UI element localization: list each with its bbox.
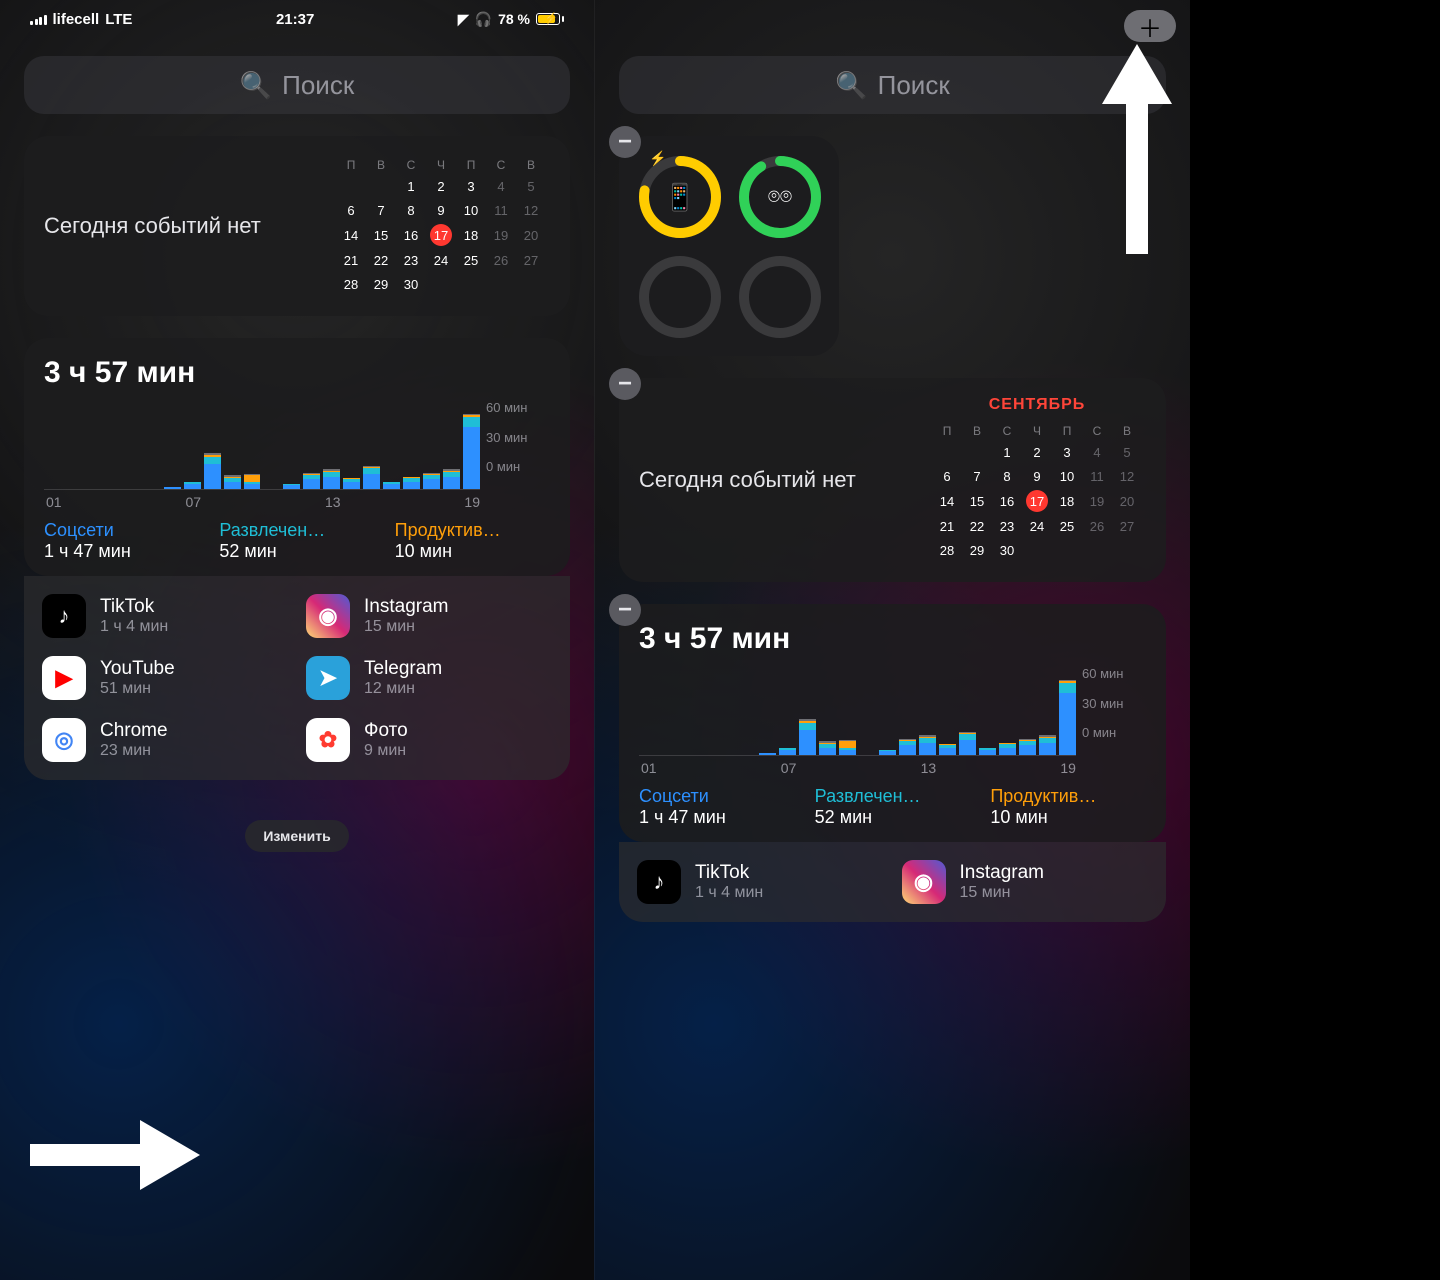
app-name: TikTok [100, 596, 168, 618]
app-item[interactable]: ♪ TikTok 1 ч 4 мин [637, 860, 884, 904]
edit-button[interactable]: Изменить [245, 820, 348, 852]
search-icon: 🔍 [240, 70, 272, 101]
app-name: Фото [364, 720, 408, 742]
arrow-right-icon [30, 1120, 200, 1190]
app-duration: 1 ч 4 мин [695, 884, 763, 902]
remove-widget-button[interactable]: − [609, 368, 641, 400]
app-duration: 9 мин [364, 742, 408, 760]
battery-ring-phone: 📱 ⚡ [637, 154, 723, 240]
signal-icon [30, 13, 47, 25]
screentime-category: Развлечен… 52 мин [219, 520, 374, 562]
calendar-grid: ПВСЧПСВ123456789101112141516171819202122… [332, 154, 550, 298]
screenshot-left: lifecell LTE 21:37 ◤ 🎧 78 % ⚡ 🔍 Поиск Се… [0, 0, 595, 1280]
clock: 21:37 [276, 11, 314, 28]
screentime-category: Продуктив… 10 мин [395, 520, 550, 562]
battery-icon: ⚡ [536, 13, 564, 25]
app-name: Instagram [364, 596, 448, 618]
app-duration: 23 мин [100, 742, 168, 760]
app-icon: ♪ [637, 860, 681, 904]
calendar-grid: СЕНТЯБРЬ ПВСЧПСВ123456789101112141516171… [928, 396, 1146, 564]
search-input[interactable]: 🔍 Поиск [24, 56, 570, 114]
app-icon: ◉ [902, 860, 946, 904]
app-item[interactable]: ▶ YouTube 51 мин [42, 656, 288, 700]
app-item[interactable]: ➤ Telegram 12 мин [306, 656, 552, 700]
screentime-widget[interactable]: − 3 ч 57 мин 60 мин 30 мин 0 мин 0107 13… [619, 604, 1166, 842]
screentime-category: Продуктив… 10 мин [990, 786, 1146, 828]
app-item[interactable]: ◎ Chrome 23 мин [42, 718, 288, 762]
app-name: YouTube [100, 658, 175, 680]
network: LTE [105, 11, 132, 28]
screentime-total: 3 ч 57 мин [639, 622, 1146, 656]
app-item[interactable]: ◉ Instagram 15 мин [902, 860, 1149, 904]
app-item[interactable]: ◉ Instagram 15 мин [306, 594, 552, 638]
app-icon: ◎ [42, 718, 86, 762]
headphones-icon: 🎧 [475, 11, 492, 28]
charging-icon: ⚡ [649, 150, 666, 167]
screentime-apps[interactable]: ♪ TikTok 1 ч 4 мин ◉ Instagram 15 мин ▶ … [24, 576, 570, 780]
carrier: lifecell [53, 11, 100, 28]
screentime-category: Развлечен… 52 мин [815, 786, 971, 828]
calendar-noevents: Сегодня событий нет [44, 154, 314, 298]
battery-ring-airpods: ⌾⌾ [737, 154, 823, 240]
screentime-apps[interactable]: ♪ TikTok 1 ч 4 мин ◉ Instagram 15 мин [619, 842, 1166, 922]
app-name: Instagram [960, 862, 1044, 884]
screenshot-right: ＋ 🔍 Поиск − 📱 ⚡ ⌾⌾ − Сегодня событий нет… [595, 0, 1190, 1280]
app-duration: 51 мин [100, 680, 175, 698]
add-widget-button[interactable]: ＋ [1124, 10, 1176, 42]
battery-ring-empty [737, 254, 823, 340]
app-duration: 15 мин [960, 884, 1044, 902]
app-name: Chrome [100, 720, 168, 742]
search-icon: 🔍 [835, 70, 867, 101]
calendar-noevents: Сегодня событий нет [639, 396, 910, 564]
remove-widget-button[interactable]: − [609, 594, 641, 626]
app-duration: 1 ч 4 мин [100, 618, 168, 636]
status-bar: lifecell LTE 21:37 ◤ 🎧 78 % ⚡ [24, 0, 570, 38]
screentime-chart: 60 мин 30 мин 0 мин [44, 400, 550, 490]
app-duration: 15 мин [364, 618, 448, 636]
battery-pct: 78 % [498, 11, 530, 27]
screentime-total: 3 ч 57 мин [44, 356, 550, 390]
calendar-month: СЕНТЯБРЬ [928, 396, 1146, 414]
screentime-category: Соцсети 1 ч 47 мин [44, 520, 199, 562]
app-icon: ▶ [42, 656, 86, 700]
calendar-widget[interactable]: − Сегодня событий нет СЕНТЯБРЬ ПВСЧПСВ12… [619, 378, 1166, 582]
screentime-category: Соцсети 1 ч 47 мин [639, 786, 795, 828]
batteries-widget[interactable]: − 📱 ⚡ ⌾⌾ [619, 136, 839, 356]
screentime-widget[interactable]: 3 ч 57 мин 60 мин 30 мин 0 мин 0107 1319… [24, 338, 570, 576]
arrow-up-icon [1102, 44, 1172, 254]
app-item[interactable]: ✿ Фото 9 мин [306, 718, 552, 762]
battery-ring-empty [637, 254, 723, 340]
app-icon: ◉ [306, 594, 350, 638]
calendar-widget[interactable]: Сегодня событий нет ПВСЧПСВ1234567891011… [24, 136, 570, 316]
screentime-chart: 60 мин 30 мин 0 мин [639, 666, 1146, 756]
app-icon: ♪ [42, 594, 86, 638]
app-name: TikTok [695, 862, 763, 884]
app-item[interactable]: ♪ TikTok 1 ч 4 мин [42, 594, 288, 638]
app-name: Telegram [364, 658, 442, 680]
app-icon: ✿ [306, 718, 350, 762]
search-input[interactable]: 🔍 Поиск [619, 56, 1166, 114]
location-icon: ◤ [458, 11, 469, 28]
app-duration: 12 мин [364, 680, 442, 698]
app-icon: ➤ [306, 656, 350, 700]
